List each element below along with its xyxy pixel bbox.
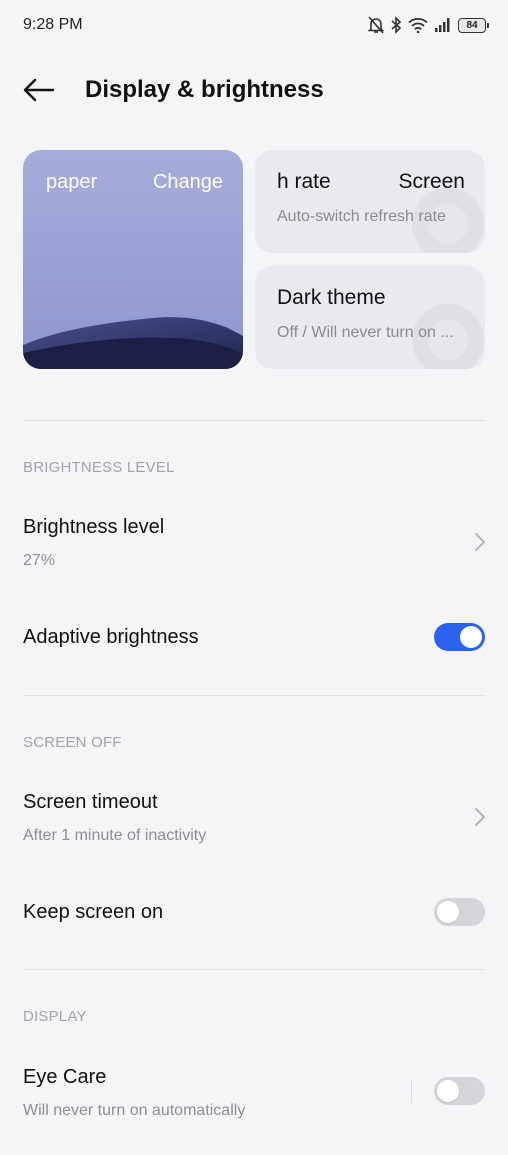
- section-label-brightness: BRIGHTNESS LEVEL: [23, 459, 175, 476]
- eye-care-toggle[interactable]: [434, 1077, 485, 1105]
- toggle-knob: [437, 901, 459, 923]
- keep-screen-on-toggle[interactable]: [434, 898, 485, 926]
- battery-level: 84: [466, 19, 478, 31]
- refresh-rate-subtitle: Auto-switch refresh rate: [277, 208, 446, 225]
- battery-icon: 84: [458, 17, 489, 33]
- screen-title: Screen: [398, 170, 465, 193]
- cellular-signal-icon: [435, 18, 450, 32]
- section-label-screen-off: SCREEN OFF: [23, 734, 122, 751]
- wifi-icon: [408, 18, 428, 33]
- section-label-display: DISPLAY: [23, 1008, 87, 1025]
- divider: [23, 695, 485, 696]
- keep-screen-on-title: Keep screen on: [23, 901, 164, 923]
- toggle-knob: [460, 626, 482, 648]
- dark-theme-subtitle: Off / Will never turn on ...: [277, 324, 454, 341]
- toggle-knob: [437, 1080, 459, 1102]
- adaptive-brightness-title: Adaptive brightness: [23, 626, 199, 648]
- status-icons: 84: [368, 14, 489, 36]
- chevron-right-icon: [475, 533, 485, 551]
- dark-theme-title: Dark theme: [277, 286, 386, 309]
- divider: [23, 969, 485, 970]
- keep-screen-on-row: Keep screen on: [0, 885, 508, 941]
- screen-timeout-row[interactable]: Screen timeout After 1 minute of inactiv…: [0, 775, 508, 860]
- eye-care-title: Eye Care: [23, 1066, 107, 1088]
- status-time: 9:28 PM: [23, 16, 83, 33]
- wallpaper-change-text: Change: [152, 171, 223, 193]
- eye-care-value: Will never turn on automatically: [23, 1102, 246, 1119]
- screen-timeout-title: Screen timeout: [23, 791, 158, 813]
- screen-timeout-value: After 1 minute of inactivity: [23, 827, 207, 844]
- back-button[interactable]: [18, 70, 60, 110]
- vertical-separator: [411, 1079, 412, 1103]
- refresh-rate-title: h rate: [277, 170, 331, 193]
- wallpaper-left-text: paper: [46, 171, 98, 193]
- wallpaper-card[interactable]: paper Change: [23, 150, 243, 369]
- dark-theme-card[interactable]: Dark theme Off / Will never turn on ...: [255, 266, 485, 369]
- page-title: Display & brightness: [85, 76, 324, 103]
- refresh-rate-card[interactable]: h rate Screen Auto-switch refresh rate: [255, 150, 485, 253]
- bell-muted-icon: [368, 16, 384, 34]
- adaptive-brightness-row: Adaptive brightness: [0, 610, 508, 666]
- status-bar: 9:28 PM 84: [0, 0, 508, 50]
- bluetooth-icon: [391, 16, 402, 34]
- back-arrow-icon: [23, 78, 55, 102]
- divider: [23, 420, 485, 421]
- adaptive-brightness-toggle[interactable]: [434, 623, 485, 651]
- brightness-level-title: Brightness level: [23, 516, 165, 538]
- chevron-right-icon: [475, 808, 485, 826]
- brightness-level-value: 27%: [23, 552, 56, 569]
- eye-care-row[interactable]: Eye Care Will never turn on automaticall…: [0, 1050, 508, 1135]
- header: Display & brightness: [0, 60, 508, 120]
- brightness-level-row[interactable]: Brightness level 27%: [0, 500, 508, 585]
